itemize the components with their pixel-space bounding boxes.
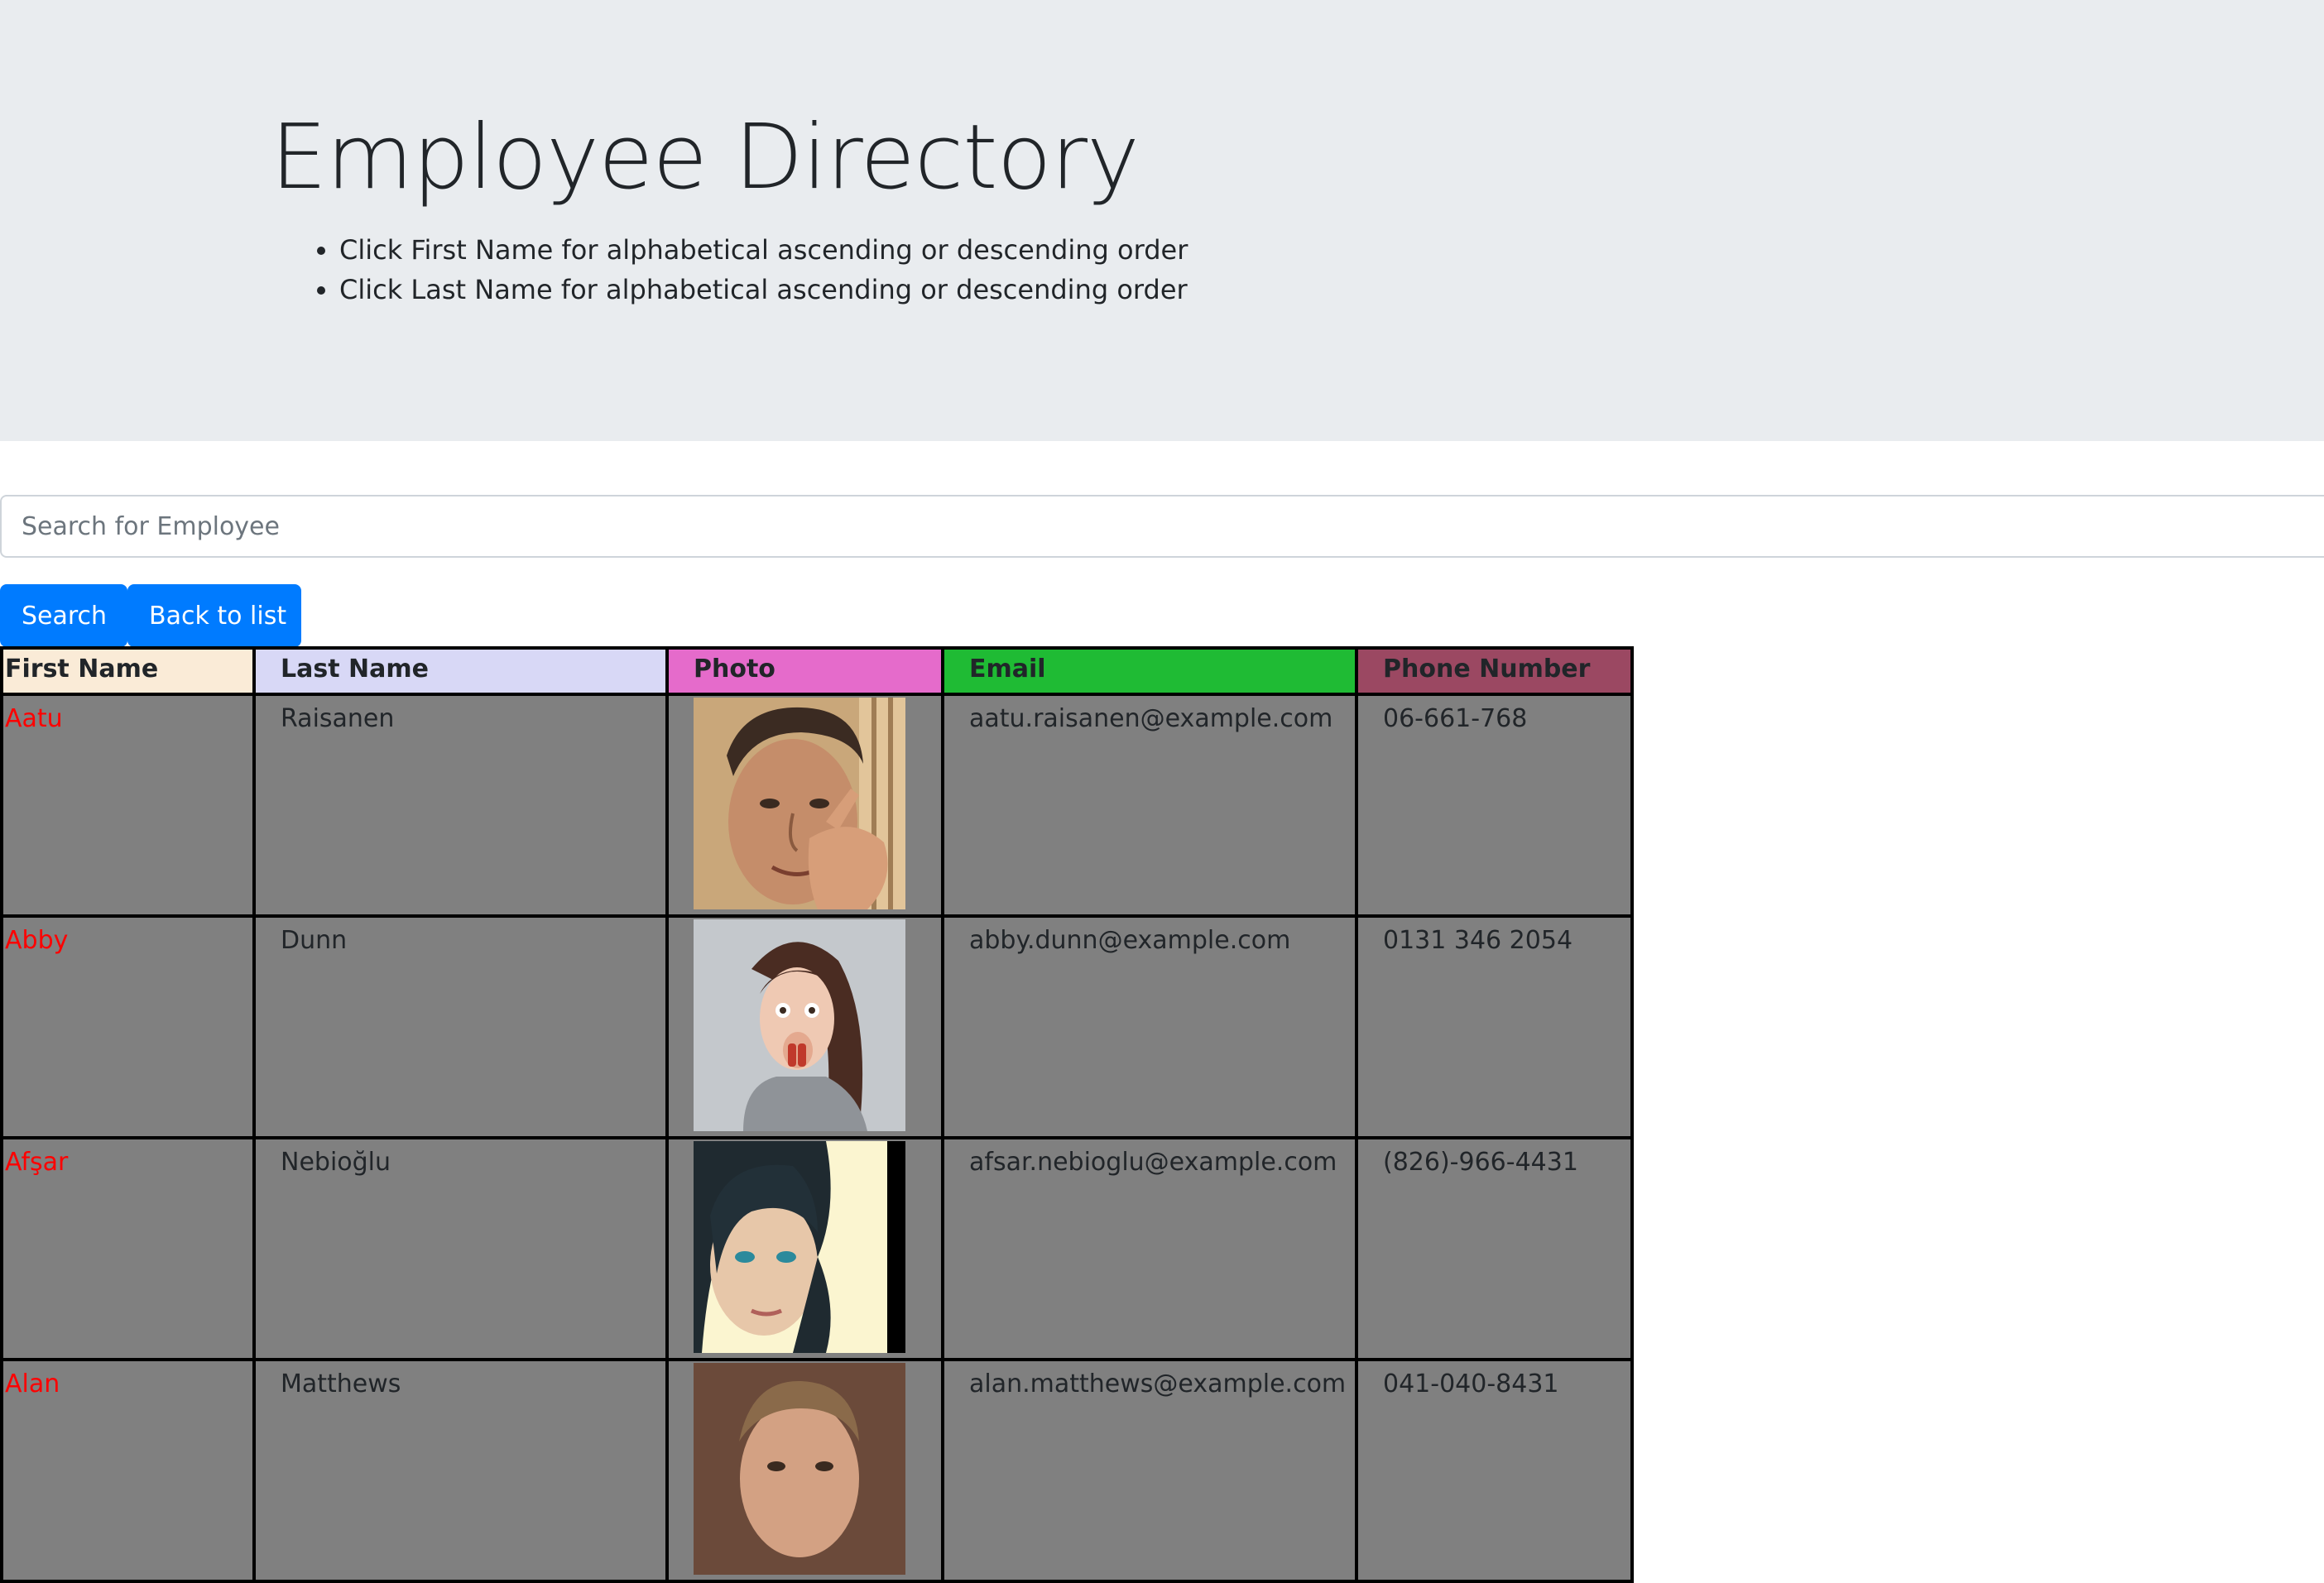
column-header-email: Email (941, 646, 1358, 696)
photo-cell (665, 693, 944, 918)
column-header-phone: Phone Number (1355, 646, 1634, 696)
email-cell: alan.matthews@example.com (941, 1358, 1358, 1583)
table-row: Aatu Raisanen aatu.raisanen@example.com … (0, 693, 1634, 918)
phone-cell: 041-040-8431 (1355, 1358, 1634, 1583)
phone-cell: (826)-966-4431 (1355, 1136, 1634, 1361)
table-row: Abby Dunn abby.dunn@example.com 0131 346… (0, 914, 1634, 1139)
first-name-cell: Alan (0, 1358, 256, 1583)
email-cell: aatu.raisanen@example.com (941, 693, 1358, 918)
back-to-list-button[interactable]: Back to list (127, 584, 301, 647)
woman-selfie-photo (694, 1141, 905, 1353)
last-name-cell: Nebioğlu (252, 1136, 669, 1361)
column-header-first-name[interactable]: First Name (0, 646, 256, 696)
first-name-cell: Abby (0, 914, 256, 1139)
last-name-cell: Raisanen (252, 693, 669, 918)
photo-cell (665, 1358, 944, 1583)
photo-cell (665, 914, 944, 1139)
man-portrait-photo (694, 1363, 905, 1575)
first-name-cell: Afşar (0, 1136, 256, 1361)
phone-cell: 06-661-768 (1355, 693, 1634, 918)
email-cell: afsar.nebioglu@example.com (941, 1136, 1358, 1361)
surprised-woman-photo (694, 919, 905, 1131)
last-name-cell: Matthews (252, 1358, 669, 1583)
table-row: Alan Matthews alan.matthews@example.com … (0, 1358, 1634, 1583)
man-with-hand-on-face-photo (694, 698, 905, 909)
page-title: Employee Directory (271, 106, 1140, 209)
instruction-item: Click Last Name for alphabetical ascendi… (339, 270, 1188, 309)
table-row: Afşar Nebioğlu afsar.nebioglu@example.co… (0, 1136, 1634, 1361)
employee-table: First Name Last Name Photo Email Phone N… (0, 646, 1634, 1583)
table-header-row: First Name Last Name Photo Email Phone N… (0, 646, 1634, 696)
instructions-list: Click First Name for alphabetical ascend… (271, 230, 1188, 309)
last-name-cell: Dunn (252, 914, 669, 1139)
column-header-last-name[interactable]: Last Name (252, 646, 669, 696)
phone-cell: 0131 346 2054 (1355, 914, 1634, 1139)
search-input[interactable] (0, 495, 2324, 558)
email-cell: abby.dunn@example.com (941, 914, 1358, 1139)
header-jumbotron: Employee Directory Click First Name for … (0, 0, 2324, 441)
first-name-cell: Aatu (0, 693, 256, 918)
photo-cell (665, 1136, 944, 1361)
column-header-photo: Photo (665, 646, 944, 696)
search-button[interactable]: Search (0, 584, 127, 647)
instruction-item: Click First Name for alphabetical ascend… (339, 230, 1188, 270)
